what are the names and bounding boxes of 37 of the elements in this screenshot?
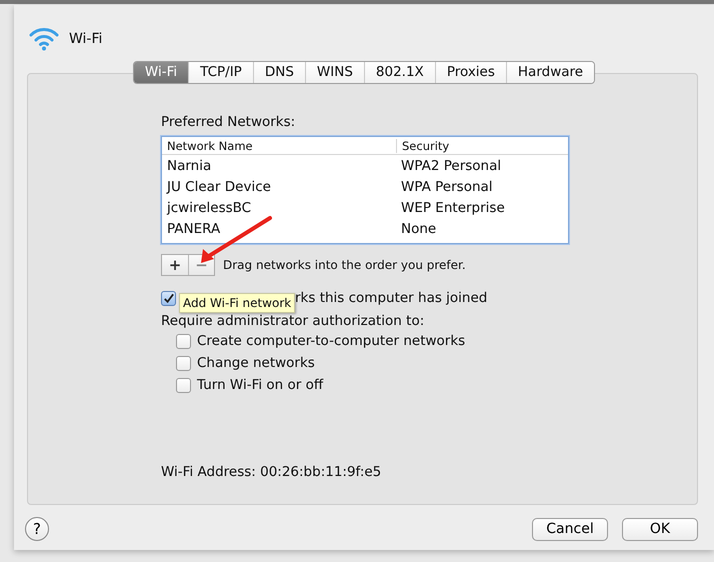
wifi-icon [28, 27, 60, 51]
section-label: Require administrator authorization to: [161, 313, 426, 329]
tab[interactable]: WINS [304, 62, 364, 83]
checkbox-label: Change networks [197, 355, 315, 371]
checkbox-label: rks this computer has joined [295, 290, 488, 306]
table-cell-text: JU Clear Device [165, 178, 272, 194]
tab[interactable]: Wi-Fi [134, 62, 188, 83]
tooltip: Add Wi-Fi network [179, 293, 296, 313]
table-cell-text: jcwirelessBC [166, 200, 252, 216]
panel-title: Wi-Fi [69, 31, 102, 47]
help-button[interactable]: ? [25, 517, 49, 541]
tab[interactable]: 802.1X [364, 62, 435, 83]
hint-text: Drag networks into the order you prefer. [223, 258, 466, 272]
table-cell-text: WPA Personal [400, 178, 494, 194]
checkbox[interactable] [176, 356, 191, 370]
tab[interactable]: Proxies [434, 62, 506, 83]
column-header[interactable]: Security [396, 138, 568, 152]
checkbox[interactable] [176, 378, 191, 392]
network-table[interactable]: Network Name Security Narnia WPA2 Personal JU Clear Device WPA Personal jcwirelessBC WEP Enterprise PANERA None [161, 136, 569, 244]
tab[interactable]: DNS [252, 62, 305, 83]
section-label: Preferred Networks: [161, 114, 296, 130]
dialog-button[interactable]: Cancel [532, 518, 608, 540]
dialog-button[interactable]: OK [622, 518, 698, 540]
tab[interactable]: TCP/IP [188, 62, 253, 83]
tab[interactable]: Hardware [506, 62, 594, 83]
checkbox[interactable] [176, 334, 191, 348]
table-cell-text: WPA2 Personal [400, 158, 502, 174]
checkbox[interactable] [161, 290, 176, 306]
checkbox-label: Create computer-to-computer networks [197, 333, 466, 349]
table-cell-text: None [400, 220, 438, 236]
column-header[interactable]: Network Name [162, 138, 396, 152]
add-button[interactable]: + [162, 255, 188, 275]
table-cell-text: Narnia [166, 158, 212, 174]
checkbox-label: Turn Wi-Fi on or off [197, 377, 324, 393]
table-cell-text: PANERA [166, 220, 222, 236]
table-cell-text: WEP Enterprise [400, 200, 506, 216]
wifi-address: Wi-Fi Address: 00:26:bb:11:9f:e5 [161, 464, 382, 480]
